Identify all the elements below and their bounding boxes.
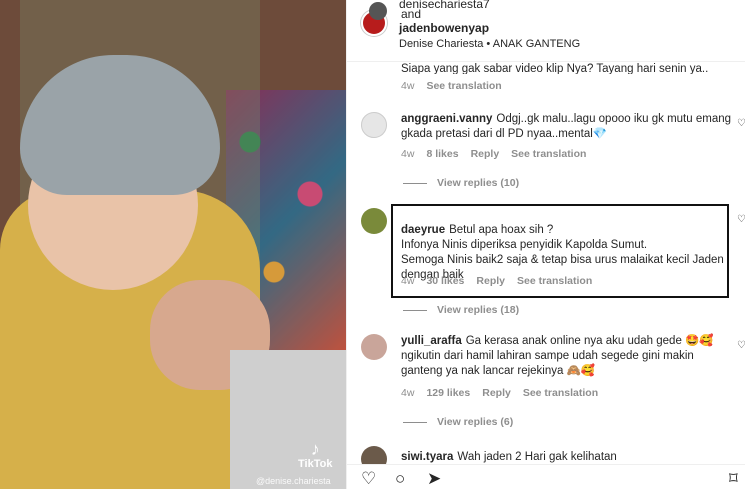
like-heart-icon[interactable]: ♡ (737, 340, 745, 351)
header-and: and (401, 7, 422, 21)
comment-text: Siapa yang gak sabar video klip Nya? Tay… (401, 63, 709, 74)
comment-meta: 4w 129 likes Reply See translation (401, 387, 598, 399)
comment-text: anggraeni.vanny Odgj..gk malu..lagu opooo… (401, 112, 731, 142)
share-icon[interactable]: ➤ (427, 469, 441, 489)
tiktok-label: TikTok (298, 458, 333, 470)
avatar[interactable] (361, 334, 387, 360)
header-username-2[interactable]: jadenbowenyap (399, 21, 489, 35)
see-translation-link[interactable]: See translation (426, 80, 501, 92)
comment-text: siwi.tyara Wah jaden 2 Hari gak kelihatan (401, 450, 731, 465)
view-replies-button[interactable]: View replies (10) (403, 177, 519, 189)
see-translation-link[interactable]: See translation (511, 148, 586, 160)
replies-divider (403, 182, 427, 184)
highlight-box (391, 204, 729, 298)
comment-time: 4w (401, 387, 415, 399)
header-subtitle: Denise Chariesta • ANAK GANTENG (399, 38, 581, 50)
media-handle: @denise.chariesta (256, 476, 331, 486)
comment-time: 4w (401, 80, 415, 92)
comment-likes[interactable]: 8 likes (426, 148, 458, 160)
like-heart-icon[interactable]: ♡ (737, 214, 745, 225)
comment-meta: 4w 8 likes Reply See translation (401, 148, 586, 160)
post-header: denisechariesta7 and jadenbowenyap Denis… (347, 0, 745, 62)
comment-username[interactable]: anggraeni.vanny (401, 113, 492, 125)
see-translation-link[interactable]: See translation (523, 387, 598, 399)
avatar[interactable] (361, 208, 387, 234)
bookmark-icon[interactable]: ⌑ (729, 469, 738, 489)
like-heart-icon[interactable]: ♡ (737, 118, 745, 129)
view-replies-button[interactable]: View replies (18) (403, 304, 519, 316)
view-replies-label[interactable]: View replies (18) (437, 304, 519, 316)
post-media[interactable]: ♪ TikTok @denise.chariesta (0, 0, 346, 489)
avatar[interactable] (361, 112, 387, 138)
comment-icon[interactable]: ○ (395, 469, 405, 489)
comment-text: yulli_araffa Ga kerasa anak online nya ak… (401, 334, 731, 379)
view-replies-button[interactable]: View replies (6) (403, 416, 513, 428)
replies-divider (403, 309, 427, 311)
action-bar: ♡ ○ ➤ ⌑ (347, 464, 745, 489)
reply-link[interactable]: Reply (471, 148, 500, 160)
comment-time: 4w (401, 148, 415, 160)
comment-username[interactable]: yulli_araffa (401, 335, 462, 347)
heart-icon[interactable]: ♡ (361, 469, 376, 489)
avatar-secondary[interactable] (369, 2, 387, 20)
tiktok-icon: ♪ (310, 439, 320, 459)
comment-meta: 4w See translation (401, 80, 502, 92)
comment-username[interactable]: siwi.tyara (401, 451, 453, 463)
comment-likes[interactable]: 129 likes (426, 387, 470, 399)
reply-link[interactable]: Reply (482, 387, 511, 399)
comment-body: Wah jaden 2 Hari gak kelihatan (457, 451, 617, 463)
view-replies-label[interactable]: View replies (10) (437, 177, 519, 189)
view-replies-label[interactable]: View replies (6) (437, 416, 513, 428)
tiktok-watermark: ♪ TikTok (298, 440, 332, 470)
replies-divider (403, 421, 427, 423)
